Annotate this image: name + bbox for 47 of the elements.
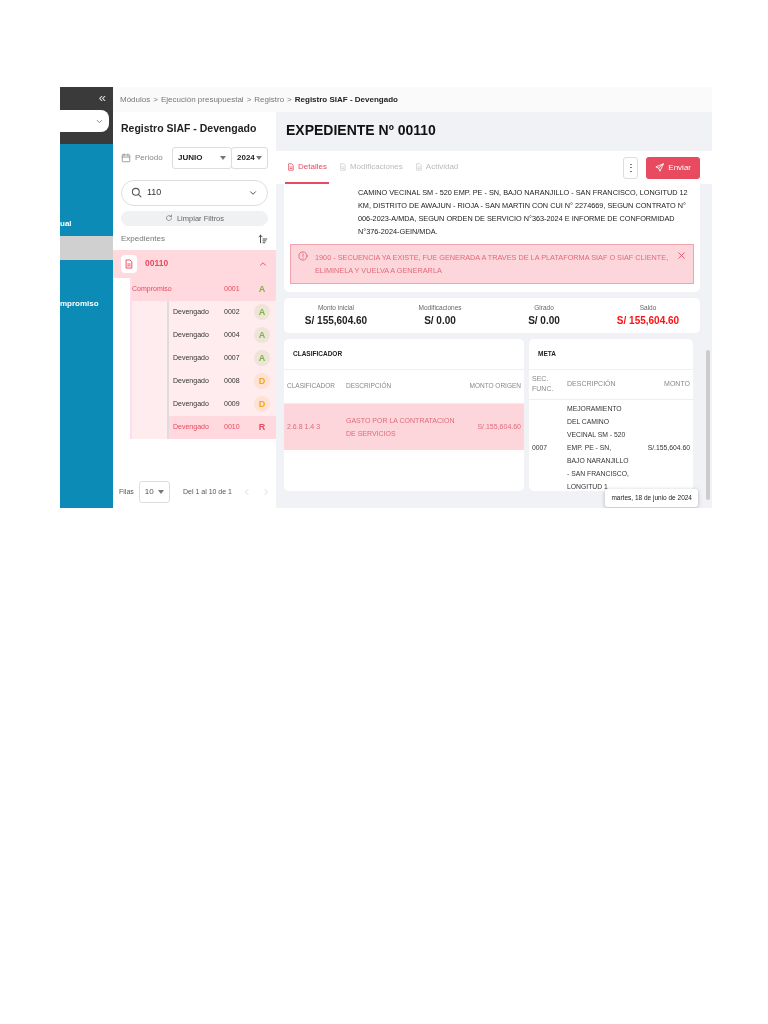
caret-icon [220,155,226,160]
expediente-number: 00110 [145,257,170,271]
breadcrumb-separator: > [153,93,158,106]
rows-select[interactable]: 10 [138,481,170,503]
calendar-icon [121,152,131,163]
status-label: R [257,420,267,434]
status-label: A [254,350,270,367]
sidebar-item[interactable]: mpromiso [60,292,113,316]
status-label: D [254,396,270,413]
status-label: A [254,304,270,321]
breadcrumb-link[interactable]: Registro [254,93,285,106]
sidebar-select[interactable] [60,110,109,132]
breadcrumb-separator: > [287,93,292,106]
summary-value: S/ 0.00 [423,313,457,328]
document-icon [124,258,134,269]
status-label: A [257,282,267,296]
status-label: A [254,327,270,344]
expediente-row[interactable]: 00110 [113,249,276,278]
document-icon [414,162,423,171]
collapse-button[interactable]: « [98,91,106,104]
caret-icon [256,155,262,160]
search-icon [131,187,142,199]
chevron-right-icon [262,488,270,496]
panel-title: Registro SIAF - Devengado [120,121,258,136]
send-button[interactable]: Enviar [646,156,700,179]
more-button[interactable]: ⋮ [623,156,639,179]
year-select[interactable]: 2024 [231,146,268,169]
refresh-icon [164,214,173,223]
breadcrumb-link[interactable]: Ejecución presupuestal [160,93,244,106]
send-icon [655,163,665,172]
caret-icon [157,489,164,494]
sidebar-item[interactable]: ual [60,212,113,236]
status-label: D [254,373,270,390]
document-icon [287,162,295,171]
close-icon [677,251,686,260]
breadcrumb-link[interactable]: Módulos [120,93,151,106]
period-label: Periodo [135,151,164,164]
page-title: EXPEDIENTE Nº 00110 [285,121,437,140]
list-header: Expedientes [121,232,166,245]
month-select[interactable]: JUNIO [172,146,232,169]
document-icon [338,162,347,171]
summary-value: S/ 0.00 [527,313,561,328]
summary-value: S/ 155,604.60 [303,313,369,328]
alert-icon [298,251,308,261]
breadcrumb-separator: > [246,93,252,106]
summary-value: S/ 155,604.60 [615,313,681,328]
sort-icon [258,233,268,244]
